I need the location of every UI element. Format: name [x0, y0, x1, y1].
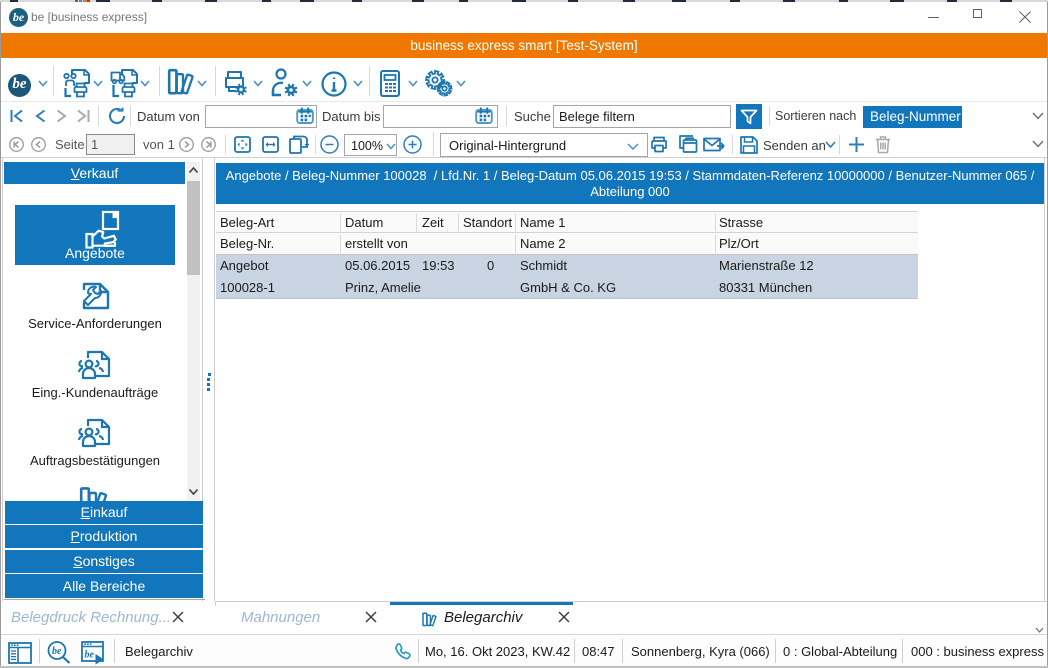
svg-text:be: be: [52, 646, 62, 657]
svg-text:be: be: [85, 650, 95, 661]
